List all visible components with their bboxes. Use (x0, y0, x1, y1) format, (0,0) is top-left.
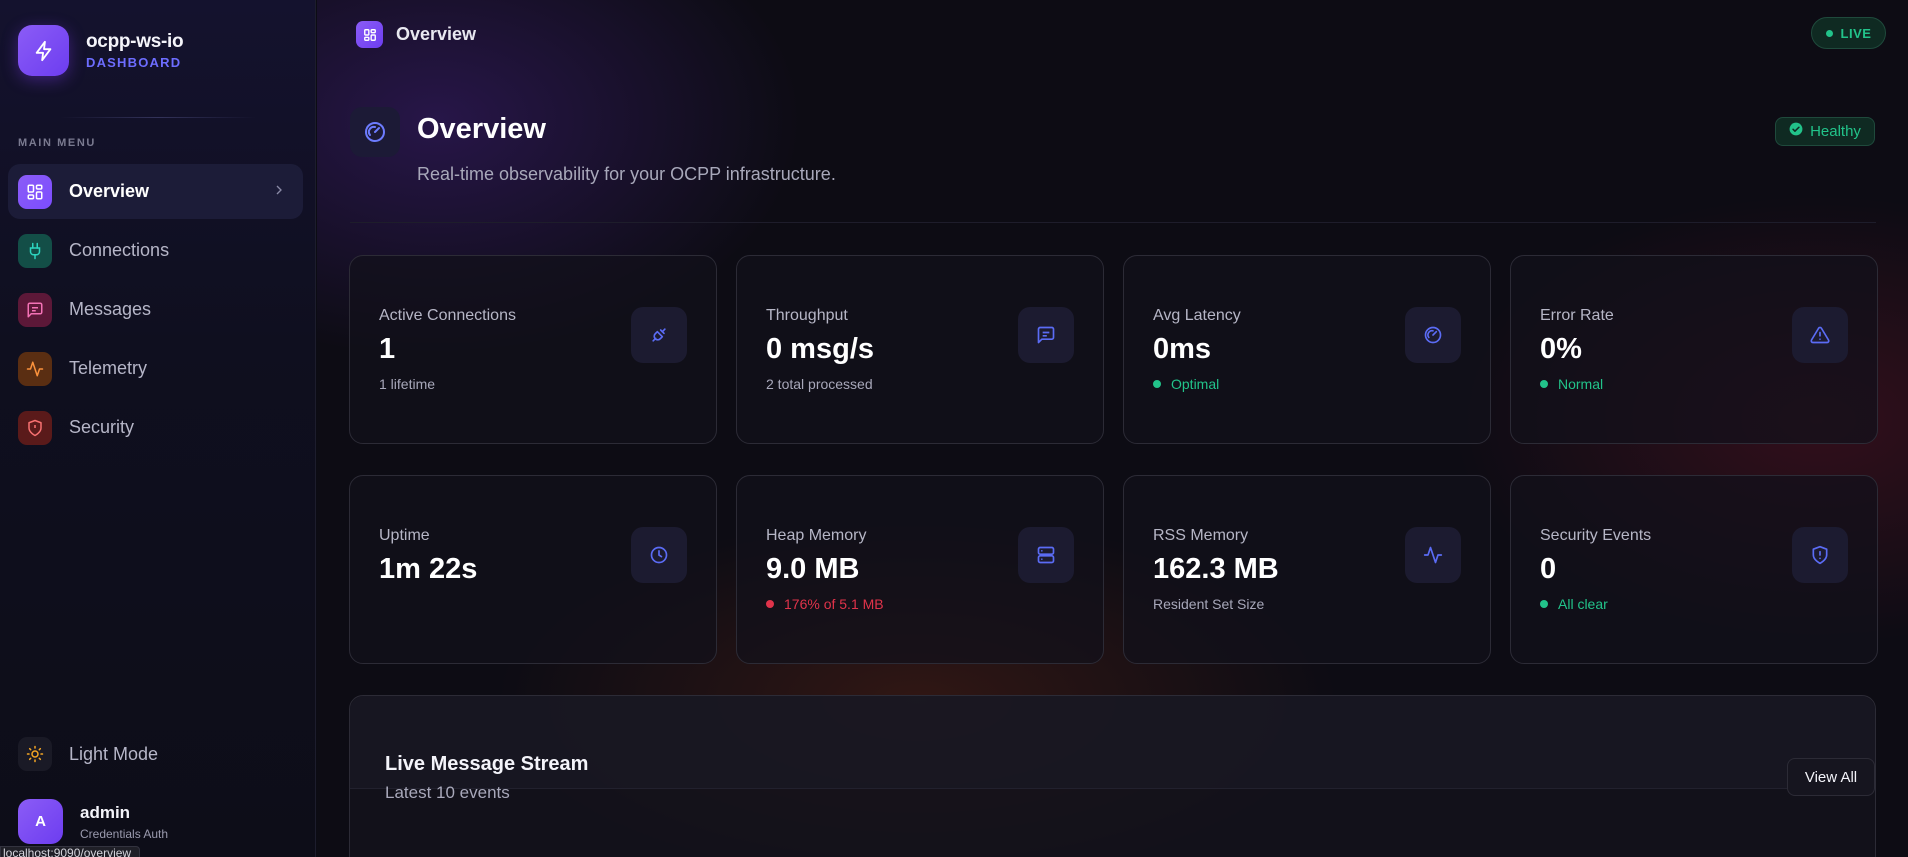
gauge-icon (350, 107, 400, 157)
breadcrumb: Overview (396, 24, 477, 44)
status-dot-icon (766, 600, 774, 608)
status-dot-icon (1540, 380, 1548, 388)
sidebar-item-overview[interactable]: Overview (8, 164, 303, 219)
activity-icon (1405, 527, 1461, 583)
stat-value: 0ms (1153, 333, 1212, 365)
stat-card-throughput: Throughput 0 msg/s 2 total processed (736, 255, 1104, 444)
chevron-right-icon (271, 182, 287, 203)
stat-subtext: All clear (1540, 596, 1608, 612)
topbar: Overview LIVE (317, 0, 1908, 67)
sidebar: ocpp-ws-io DASHBOARD MAIN MENU Overview … (0, 0, 316, 857)
stat-card-avg-latency: Avg Latency 0ms Optimal (1123, 255, 1491, 444)
stat-card-security-events: Security Events 0 All clear (1510, 475, 1878, 664)
stat-label: Active Connections (379, 307, 516, 324)
stat-value: 0 msg/s (766, 333, 874, 365)
gauge-icon (1405, 307, 1461, 363)
message-square-icon (18, 292, 52, 327)
stat-value: 1 (379, 333, 396, 365)
stat-label: Heap Memory (766, 527, 867, 544)
brand-name: ocpp-ws-io (86, 31, 184, 52)
shield-alert-icon (1792, 527, 1848, 583)
stat-value: 162.3 MB (1153, 553, 1279, 585)
stat-card-error-rate: Error Rate 0% Normal (1510, 255, 1878, 444)
stat-value: 0% (1540, 333, 1582, 365)
stat-value: 1m 22s (379, 553, 478, 585)
sidebar-item-security[interactable]: Security (8, 400, 303, 455)
stream-title: Live Message Stream (385, 753, 589, 775)
stat-value: 9.0 MB (766, 553, 860, 585)
menu-section-label: MAIN MENU (18, 137, 96, 149)
alert-triangle-icon (1792, 307, 1848, 363)
activity-icon (18, 351, 52, 386)
sidebar-item-connections[interactable]: Connections (8, 223, 303, 278)
health-label: Healthy (1810, 123, 1861, 140)
user-auth-method: Credentials Auth (80, 826, 169, 841)
view-all-button[interactable]: View All (1787, 758, 1875, 796)
check-circle-icon (1789, 122, 1803, 141)
sidebar-item-label: Security (69, 417, 135, 437)
stat-subtext: 1 lifetime (379, 376, 436, 392)
health-status-badge: Healthy (1775, 117, 1875, 146)
user-name: admin (80, 802, 131, 822)
clock-icon (631, 527, 687, 583)
sidebar-item-label: Messages (69, 299, 152, 319)
sidebar-item-telemetry[interactable]: Telemetry (8, 341, 303, 396)
stat-card-uptime: Uptime 1m 22s (349, 475, 717, 664)
stat-label: Avg Latency (1153, 307, 1241, 324)
stat-label: Error Rate (1540, 307, 1614, 324)
plug-icon (18, 233, 52, 268)
sun-icon (18, 737, 52, 771)
plug-icon (631, 307, 687, 363)
stat-subtext: Normal (1540, 376, 1603, 392)
status-dot-icon (1153, 380, 1161, 388)
sidebar-item-label: Connections (69, 240, 170, 260)
stat-label: Uptime (379, 527, 430, 544)
stat-card-rss-memory: RSS Memory 162.3 MB Resident Set Size (1123, 475, 1491, 664)
light-mode-label: Light Mode (69, 743, 159, 764)
browser-status-url: localhost:9090/overview (0, 846, 141, 857)
layout-dashboard-icon (18, 174, 52, 209)
sidebar-item-messages[interactable]: Messages (8, 282, 303, 337)
sidebar-divider (60, 117, 256, 118)
stat-subtext: 2 total processed (766, 376, 873, 392)
message-square-icon (1018, 307, 1074, 363)
stream-subtitle: Latest 10 events (385, 783, 510, 802)
stat-label: RSS Memory (1153, 527, 1249, 544)
live-label: LIVE (1840, 25, 1872, 41)
live-status-badge: LIVE (1811, 17, 1886, 49)
server-icon (1018, 527, 1074, 583)
stat-label: Throughput (766, 307, 848, 324)
stat-value: 0 (1540, 553, 1557, 585)
page-subtitle: Real-time observability for your OCPP in… (417, 164, 836, 184)
avatar: A (18, 799, 63, 844)
stat-card-heap-memory: Heap Memory 9.0 MB 176% of 5.1 MB (736, 475, 1104, 664)
stat-subtext: Optimal (1153, 376, 1219, 392)
status-dot-icon (1540, 600, 1548, 608)
shield-icon (18, 410, 52, 445)
main-content: Overview LIVE Overview Real-time observa… (317, 0, 1908, 857)
header-divider (350, 222, 1876, 223)
stat-subtext: Resident Set Size (1153, 596, 1265, 612)
stat-card-active-connections: Active Connections 1 1 lifetime (349, 255, 717, 444)
sidebar-item-label: Overview (69, 181, 150, 201)
user-profile[interactable]: A admin Credentials Auth (18, 799, 168, 844)
brand-subtitle: DASHBOARD (86, 55, 182, 70)
zap-icon (18, 25, 69, 76)
stat-subtext: 176% of 5.1 MB (766, 596, 884, 612)
sidebar-item-label: Telemetry (69, 358, 148, 378)
live-message-stream-panel: Live Message Stream Latest 10 events Vie… (349, 695, 1876, 857)
stat-label: Security Events (1540, 527, 1652, 544)
page-title: Overview (417, 113, 546, 145)
light-mode-toggle[interactable]: Light Mode (18, 737, 158, 771)
layout-dashboard-icon (356, 21, 383, 48)
main-nav: Overview Connections Messages Telemetry (8, 164, 303, 459)
live-dot-icon (1825, 29, 1833, 37)
brand[interactable]: ocpp-ws-io DASHBOARD (18, 25, 184, 76)
